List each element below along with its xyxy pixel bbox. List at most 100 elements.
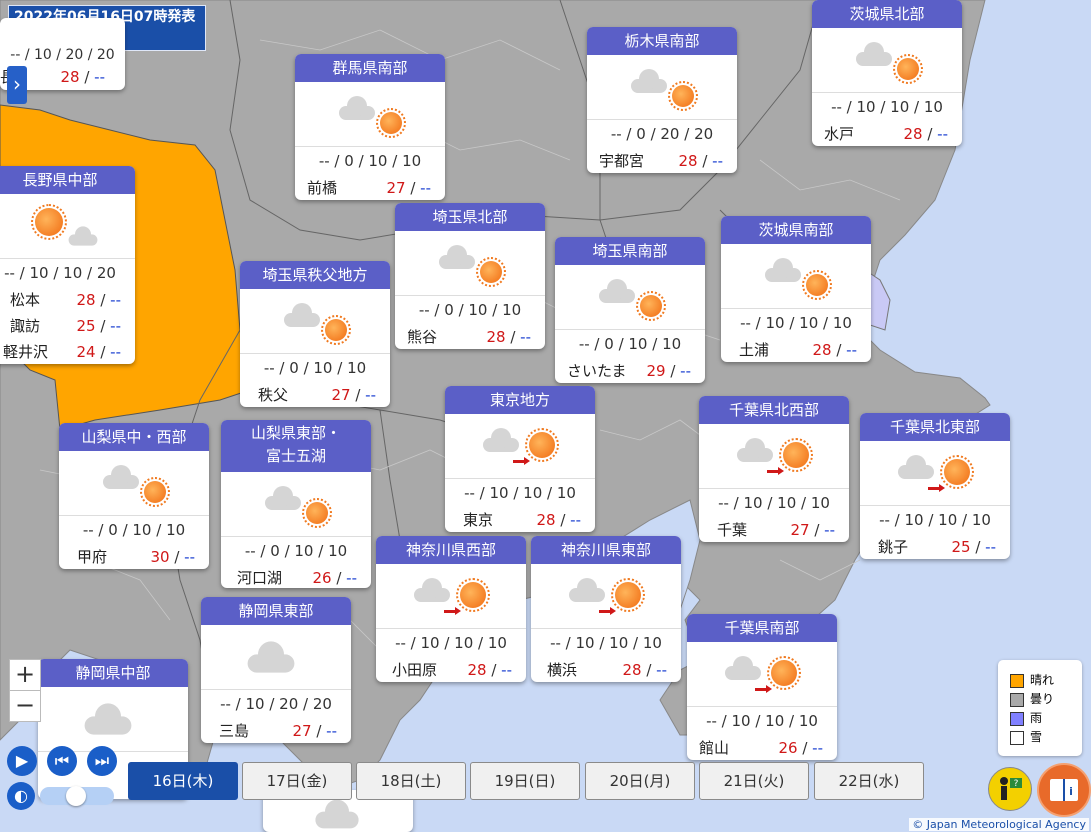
cloud-icon bbox=[599, 279, 635, 303]
cloud-icon bbox=[856, 42, 892, 66]
opacity-slider-handle[interactable] bbox=[66, 786, 86, 806]
city-row: 東京 28 / -- bbox=[445, 507, 595, 532]
city-row: 横浜 28 / -- bbox=[531, 657, 681, 682]
temp-separator: / bbox=[331, 569, 347, 587]
legend-label: 雨 bbox=[1030, 711, 1043, 725]
min-temp: -- bbox=[824, 521, 835, 539]
day-tab-5[interactable]: 21日(火) bbox=[699, 762, 809, 800]
side-panel-toggle-button[interactable]: › bbox=[7, 66, 27, 104]
cloud-icon bbox=[265, 486, 301, 510]
sun-icon bbox=[802, 270, 832, 300]
day-tab-3[interactable]: 19日(日) bbox=[470, 762, 580, 800]
precip-prob: -- / 10 / 10 / 10 bbox=[740, 314, 852, 332]
region-title: 茨城県北部 bbox=[812, 0, 962, 28]
cloud-icon bbox=[569, 578, 605, 602]
region-title-line-2: 富士五湖 bbox=[265, 447, 326, 465]
region-card-saitama-chichibu[interactable]: 埼玉県秩父地方 -- / 0 / 10 / 10 秩父 27 / -- bbox=[240, 261, 390, 407]
city-temp: 26 / -- bbox=[312, 565, 357, 588]
region-card-ibaraki-north[interactable]: 茨城県北部 -- / 10 / 10 / 10 水戸 28 / -- bbox=[812, 0, 962, 146]
city-row: 千葉 27 / -- bbox=[699, 517, 849, 542]
region-card-chiba-northeast[interactable]: 千葉県北東部 -- / 10 / 10 / 10 銚子 25 / -- bbox=[860, 413, 1010, 559]
precip-prob: -- / 0 / 10 / 10 bbox=[418, 301, 522, 319]
sun-icon bbox=[525, 428, 559, 462]
temp-separator: / bbox=[95, 343, 111, 361]
day-tab-6[interactable]: 22日(水) bbox=[814, 762, 924, 800]
svg-text:?: ? bbox=[1014, 779, 1019, 789]
precip-prob: -- / 10 / 10 / 10 bbox=[831, 98, 943, 116]
city-temp: 25 / -- bbox=[951, 534, 996, 559]
city-name: 松本 bbox=[10, 291, 41, 309]
max-temp: 28 bbox=[678, 152, 698, 170]
temp-separator: / bbox=[970, 538, 986, 556]
city-row: 三島 27 / -- bbox=[201, 718, 351, 743]
info-book-icon[interactable]: i bbox=[1037, 763, 1091, 817]
temp-separator: / bbox=[922, 125, 938, 143]
legend-item: 晴れ bbox=[1010, 672, 1054, 688]
city-name: 三島 bbox=[219, 722, 250, 740]
min-temp: -- bbox=[680, 362, 691, 380]
sun-icon bbox=[636, 291, 666, 321]
region-card-kanagawa-east[interactable]: 神奈川県東部 -- / 10 / 10 / 10 横浜 28 / -- bbox=[531, 536, 681, 682]
temp-separator: / bbox=[809, 521, 825, 539]
city-row: 松本 28 / -- bbox=[0, 287, 135, 313]
legend-item: 雨 bbox=[1010, 710, 1042, 726]
region-card-ibaraki-south[interactable]: 茨城県南部 -- / 10 / 10 / 10 土浦 28 / -- bbox=[721, 216, 871, 362]
sun-icon bbox=[668, 81, 698, 111]
region-card-kanagawa-west[interactable]: 神奈川県西部 -- / 10 / 10 / 10 小田原 28 / -- bbox=[376, 536, 526, 682]
sun-icon bbox=[940, 455, 974, 489]
skip-back-button[interactable]: ⏮ bbox=[47, 746, 77, 776]
cloud-sun-icon bbox=[240, 289, 390, 354]
region-card-tokyo[interactable]: 東京地方 -- / 10 / 10 / 10 東京 28 / -- bbox=[445, 386, 595, 532]
region-card-tochigi-south[interactable]: 栃木県南部 -- / 0 / 20 / 20 宇都宮 28 / -- bbox=[587, 27, 737, 173]
zoom-out-button[interactable]: − bbox=[9, 690, 41, 722]
precip-prob: -- / 0 / 10 / 10 bbox=[263, 359, 367, 377]
min-temp: -- bbox=[110, 317, 121, 335]
region-card-yamanashi-central-west[interactable]: 山梨県中・西部 -- / 0 / 10 / 10 甲府 30 / -- bbox=[59, 423, 209, 569]
city-name: 秩父 bbox=[258, 386, 289, 404]
city-temp: 28 / -- bbox=[622, 657, 667, 682]
cloud-icon bbox=[247, 641, 295, 673]
min-temp: -- bbox=[712, 152, 723, 170]
min-temp: -- bbox=[570, 511, 581, 529]
skip-forward-button[interactable]: ⏭ bbox=[87, 746, 117, 776]
region-card-chiba-south[interactable]: 千葉県南部 -- / 10 / 10 / 10 館山 26 / -- bbox=[687, 614, 837, 760]
max-temp: 28 bbox=[622, 661, 642, 679]
region-card-saitama-north[interactable]: 埼玉県北部 -- / 0 / 10 / 10 熊谷 28 / -- bbox=[395, 203, 545, 349]
city-temp: 28 / -- bbox=[812, 337, 857, 362]
cloud-icon bbox=[631, 69, 667, 93]
min-temp: -- bbox=[365, 386, 376, 404]
legend-label: 曇り bbox=[1030, 692, 1055, 706]
day-tab-1[interactable]: 17日(金) bbox=[242, 762, 352, 800]
min-temp: -- bbox=[110, 343, 121, 361]
city-name: 河口湖 bbox=[237, 569, 283, 587]
region-card-nagano-central[interactable]: 長野県中部 -- / 10 / 10 / 20 松本 28 / -- 諏訪 25… bbox=[0, 166, 135, 364]
region-card-gunma-south[interactable]: 群馬県南部 -- / 0 / 10 / 10 前橋 27 / -- bbox=[295, 54, 445, 200]
help-guide-icon[interactable]: ? bbox=[988, 767, 1032, 811]
opacity-slider[interactable] bbox=[40, 786, 114, 806]
day-tab-2[interactable]: 18日(土) bbox=[356, 762, 466, 800]
city-name: 甲府 bbox=[77, 548, 108, 566]
city-row: 熊谷 28 / -- bbox=[395, 324, 545, 349]
day-tab-4[interactable]: 20日(月) bbox=[585, 762, 695, 800]
play-button[interactable]: ▶ bbox=[7, 746, 37, 776]
city-name: 銚子 bbox=[878, 538, 909, 556]
temp-separator: / bbox=[486, 661, 502, 679]
cloud-sun-icon bbox=[395, 231, 545, 296]
city-name: 土浦 bbox=[739, 341, 770, 359]
sun-icon bbox=[476, 257, 506, 287]
region-card-shizuoka-east[interactable]: 静岡県東部 -- / 10 / 20 / 20 三島 27 / -- bbox=[201, 597, 351, 743]
city-temp: 26 / -- bbox=[778, 735, 823, 760]
region-card-chiba-northwest[interactable]: 千葉県北西部 -- / 10 / 10 / 10 千葉 27 / -- bbox=[699, 396, 849, 542]
arrow-icon bbox=[599, 607, 616, 615]
opacity-icon[interactable]: ◐ bbox=[7, 782, 35, 810]
region-card-yamanashi-east-fuji[interactable]: 山梨県東部・ 富士五湖 -- / 0 / 10 / 10 河口湖 26 / -- bbox=[221, 420, 371, 588]
max-temp: 28 bbox=[536, 511, 556, 529]
region-card-saitama-south[interactable]: 埼玉県南部 -- / 0 / 10 / 10 さいたま 29 / -- bbox=[555, 237, 705, 383]
max-temp: 27 bbox=[790, 521, 810, 539]
cloud-icon bbox=[315, 799, 359, 829]
city-row: 軽井沢 24 / -- bbox=[0, 339, 135, 364]
zoom-in-button[interactable]: + bbox=[9, 659, 41, 691]
region-title: 山梨県中・西部 bbox=[59, 423, 209, 451]
city-temp: 27 / -- bbox=[790, 517, 835, 542]
day-tab-0[interactable]: 16日(木) bbox=[128, 762, 238, 800]
